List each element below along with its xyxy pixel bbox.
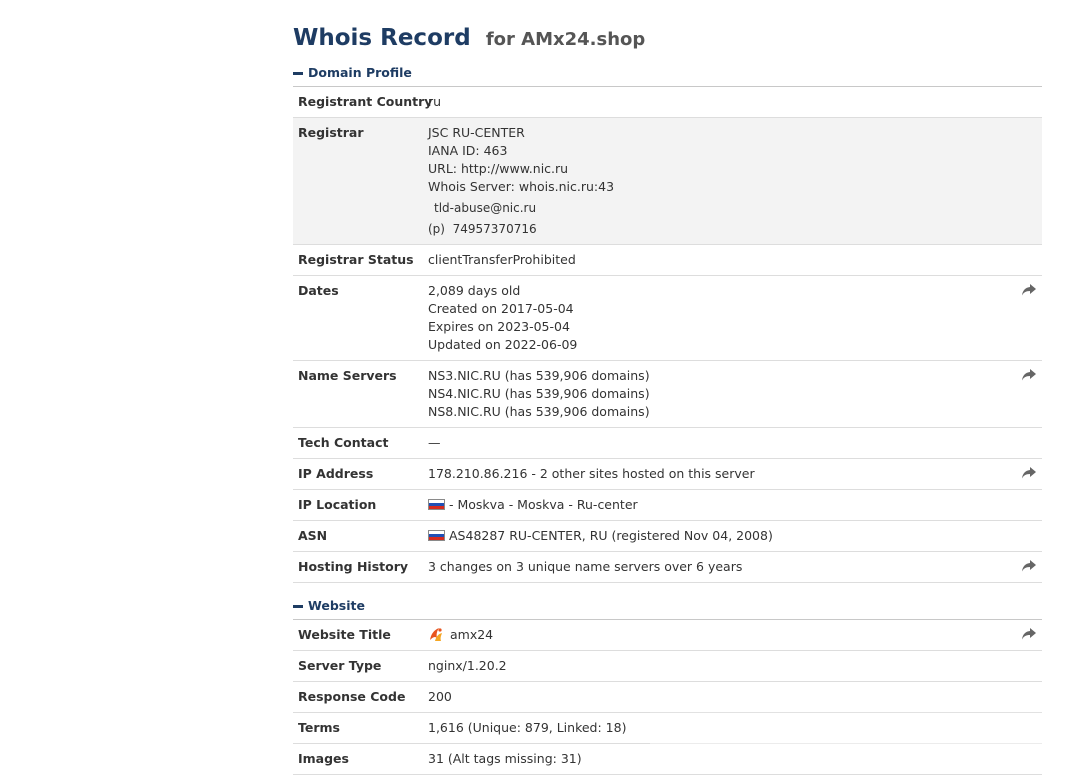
dates-expires: Expires on 2023-05-04 (428, 319, 570, 334)
section-website-label: Website (308, 598, 365, 613)
row-value: - Moskva - Moskva - Ru-center (428, 490, 1042, 520)
row-value: nginx/1.20.2 (428, 658, 507, 673)
row-label: Dates (298, 283, 339, 298)
row-tech-contact: Tech Contact — (293, 428, 1042, 459)
ip-location-text: - Moskva - Moskva - Ru-center (449, 497, 638, 512)
row-label: Response Code (298, 689, 406, 704)
row-asn: ASN AS48287 RU-CENTER, RU (registered No… (293, 521, 1042, 552)
share-arrow-icon[interactable] (1022, 284, 1036, 296)
row-label: IP Location (298, 497, 377, 512)
registrar-iana-id: IANA ID: 463 (428, 143, 508, 158)
row-hosting-history: Hosting History 3 changes on 3 unique na… (293, 552, 1042, 583)
dates-updated: Updated on 2022-06-09 (428, 337, 578, 352)
row-value: 31 (Alt tags missing: 31) (428, 751, 582, 766)
row-label: IP Address (298, 466, 374, 481)
row-value: NS3.NIC.RU (has 539,906 domains) NS4.NIC… (428, 361, 1042, 427)
row-website-title: Website Title amx24 (293, 620, 1042, 651)
page-title: Whois Record for AMx24.shop (293, 19, 1042, 51)
row-registrant-country: Registrant Country ru (293, 87, 1042, 118)
share-arrow-icon[interactable] (1022, 628, 1036, 640)
row-response-code: Response Code 200 (293, 682, 1042, 713)
row-value: — (428, 435, 441, 450)
share-arrow-icon[interactable] (1022, 560, 1036, 572)
registrar-url: URL: http://www.nic.ru (428, 161, 569, 176)
collapse-minus-icon[interactable] (293, 604, 303, 608)
row-registrar: Registrar JSC RU-CENTER IANA ID: 463 URL… (293, 118, 1042, 245)
row-value: clientTransferProhibited (428, 252, 576, 267)
row-ip-address: IP Address 178.210.86.216 - 2 other site… (293, 459, 1042, 490)
row-value: 200 (428, 689, 452, 704)
row-value: 2,089 days old Created on 2017-05-04 Exp… (428, 276, 1042, 360)
website-title-text: amx24 (450, 627, 494, 642)
name-server-1: NS3.NIC.RU (has 539,906 domains) (428, 368, 650, 383)
section-domain-profile[interactable]: Domain Profile (293, 60, 1042, 87)
russia-flag-icon (428, 499, 445, 510)
row-value: 3 changes on 3 unique name servers over … (428, 559, 743, 574)
row-value: JSC RU-CENTER IANA ID: 463 URL: http://w… (428, 118, 1042, 244)
row-label: ASN (298, 528, 328, 543)
row-name-servers: Name Servers NS3.NIC.RU (has 539,906 dom… (293, 361, 1042, 428)
row-label: Name Servers (298, 368, 397, 383)
share-arrow-icon[interactable] (1022, 467, 1036, 479)
registrar-phone-line: (p) 74957370716 (428, 220, 1002, 238)
name-server-2: NS4.NIC.RU (has 539,906 domains) (428, 386, 650, 401)
row-server-type: Server Type nginx/1.20.2 (293, 651, 1042, 682)
whois-page: Whois Record for AMx24.shop Domain Profi… (293, 0, 1042, 775)
row-registrar-status: Registrar Status clientTransferProhibite… (293, 245, 1042, 276)
name-server-3: NS8.NIC.RU (has 539,906 domains) (428, 404, 650, 419)
section-domain-profile-label: Domain Profile (308, 65, 412, 80)
row-terms: Terms 1,616 (Unique: 879, Linked: 18) (293, 713, 1042, 744)
dates-age: 2,089 days old (428, 283, 521, 298)
row-dates: Dates 2,089 days old Created on 2017-05-… (293, 276, 1042, 361)
row-label: Website Title (298, 627, 391, 642)
page-title-domain: for AMx24.shop (485, 29, 646, 50)
registrar-name: JSC RU-CENTER (428, 125, 525, 140)
page-title-main: Whois Record (293, 25, 471, 51)
row-value: AS48287 RU-CENTER, RU (registered Nov 04… (428, 521, 1042, 551)
registrar-whois-server: Whois Server: whois.nic.ru:43 (428, 179, 615, 194)
row-value: 178.210.86.216 - 2 other sites hosted on… (428, 466, 755, 481)
row-label: Hosting History (298, 559, 409, 574)
russia-flag-icon (428, 530, 445, 541)
section-website[interactable]: Website (293, 593, 1042, 620)
asn-text: AS48287 RU-CENTER, RU (registered Nov 04… (449, 528, 773, 543)
row-label: Registrar Status (298, 252, 414, 267)
row-label: Terms (298, 720, 340, 735)
row-label: Images (298, 751, 349, 766)
row-images: Images 31 (Alt tags missing: 31) (293, 744, 1042, 775)
row-value: amx24 (428, 620, 1042, 650)
row-label: Registrant Country (298, 94, 433, 109)
registrar-email: tld-abuse@nic.ru (434, 201, 537, 215)
dates-created: Created on 2017-05-04 (428, 301, 574, 316)
row-label: Server Type (298, 658, 382, 673)
collapse-minus-icon[interactable] (293, 71, 303, 75)
row-value: 1,616 (Unique: 879, Linked: 18) (428, 720, 627, 735)
row-label: Tech Contact (298, 435, 389, 450)
registrar-phone: 74957370716 (452, 222, 537, 236)
row-value: ru (428, 94, 442, 109)
site-favicon-icon (428, 626, 444, 642)
row-ip-location: IP Location - Moskva - Moskva - Ru-cente… (293, 490, 1042, 521)
row-label: Registrar (298, 125, 364, 140)
phone-prefix: (p) (428, 222, 445, 236)
share-arrow-icon[interactable] (1022, 369, 1036, 381)
